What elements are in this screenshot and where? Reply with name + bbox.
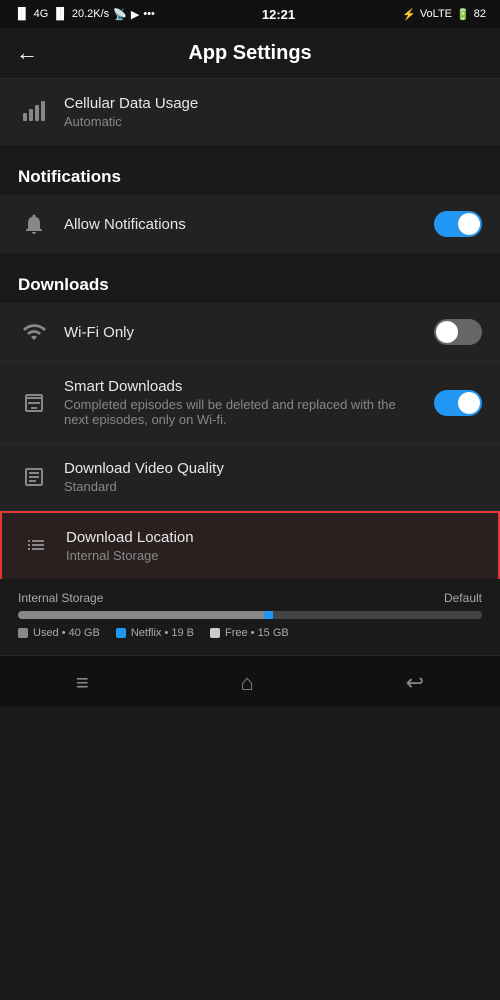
video-quality-item[interactable]: Download Video Quality Standard <box>0 444 500 511</box>
toggle-knob-smart <box>458 392 480 414</box>
video-quality-icon <box>18 465 50 489</box>
cellular-icon <box>18 100 50 124</box>
wifi-only-text: Wi-Fi Only <box>64 324 420 341</box>
download-location-text: Download Location Internal Storage <box>66 529 480 563</box>
legend-used-label: Used • 40 GB <box>33 627 100 639</box>
cellular-label: Cellular Data Usage <box>64 95 482 112</box>
storage-left-label: Internal Storage <box>18 591 103 605</box>
toggle-knob <box>458 213 480 235</box>
storage-bar <box>18 611 482 619</box>
menu-button[interactable]: ≡ <box>76 670 89 696</box>
legend-dot-netflix <box>116 628 126 638</box>
legend-netflix: Netflix • 19 B <box>116 627 194 639</box>
downloads-header-text: Downloads <box>18 275 109 294</box>
storage-section: Internal Storage Default Used • 40 GB Ne… <box>0 581 500 655</box>
smart-downloads-sublabel: Completed episodes will be deleted and r… <box>64 397 420 427</box>
wifi-only-label: Wi-Fi Only <box>64 324 420 341</box>
media-icon: ▶ <box>131 8 139 21</box>
bottom-nav: ≡ ⌂ ↩ <box>0 655 500 706</box>
video-quality-text: Download Video Quality Standard <box>64 460 482 494</box>
wifi-icon <box>18 320 50 344</box>
allow-notifications-text: Allow Notifications <box>64 216 420 233</box>
downloads-section: Wi-Fi Only Smart Downloads Completed epi… <box>0 303 500 579</box>
smart-downloads-text: Smart Downloads Completed episodes will … <box>64 378 420 427</box>
smart-downloads-label: Smart Downloads <box>64 378 420 395</box>
storage-legend: Used • 40 GB Netflix • 19 B Free • 15 GB <box>18 627 482 639</box>
download-location-label: Download Location <box>66 529 480 546</box>
bell-icon <box>18 212 50 236</box>
allow-notifications-toggle[interactable] <box>434 211 482 237</box>
allow-notifications-item[interactable]: Allow Notifications <box>0 195 500 253</box>
cast-icon: 📡 <box>113 8 127 21</box>
notifications-header: Notifications <box>0 147 500 195</box>
download-location-sublabel: Internal Storage <box>66 548 480 563</box>
status-bar: ▐▌ 4G ▐▌ 20.2K/s 📡 ▶ ••• 12:21 ⚡ VoLTE 🔋… <box>0 0 500 28</box>
legend-dot-free <box>210 628 220 638</box>
downloads-header: Downloads <box>0 255 500 303</box>
speed-indicator: 20.2K/s <box>72 8 109 20</box>
storage-bar-used <box>18 611 264 619</box>
download-location-icon <box>20 534 52 558</box>
legend-dot-used <box>18 628 28 638</box>
legend-used: Used • 40 GB <box>18 627 100 639</box>
battery-icon: 🔋 <box>456 8 470 21</box>
status-right: ⚡ VoLTE 🔋 82 <box>402 8 486 21</box>
back-button[interactable]: ← <box>16 40 38 66</box>
status-time: 12:21 <box>262 7 295 22</box>
legend-free: Free • 15 GB <box>210 627 289 639</box>
legend-free-label: Free • 15 GB <box>225 627 289 639</box>
storage-labels: Internal Storage Default <box>18 591 482 605</box>
cellular-section: Cellular Data Usage Automatic <box>0 79 500 145</box>
signal-icon: ▐▌ <box>14 8 30 20</box>
more-icon: ••• <box>143 8 155 20</box>
volte-icon: VoLTE <box>420 8 452 20</box>
battery-level: 82 <box>474 8 486 20</box>
status-left: ▐▌ 4G ▐▌ 20.2K/s 📡 ▶ ••• <box>14 8 155 21</box>
back-nav-button[interactable]: ↩ <box>406 670 424 696</box>
allow-notifications-label: Allow Notifications <box>64 216 420 233</box>
smart-downloads-toggle[interactable] <box>434 390 482 416</box>
bluetooth-icon: ⚡ <box>402 8 416 21</box>
wifi-only-item[interactable]: Wi-Fi Only <box>0 303 500 362</box>
download-location-item[interactable]: Download Location Internal Storage <box>0 511 500 579</box>
notifications-header-text: Notifications <box>18 167 121 186</box>
cellular-sublabel: Automatic <box>64 114 482 129</box>
network-type: 4G <box>34 8 49 20</box>
wifi-only-toggle[interactable] <box>434 319 482 345</box>
video-quality-sublabel: Standard <box>64 479 482 494</box>
cellular-text: Cellular Data Usage Automatic <box>64 95 482 129</box>
notifications-section: Allow Notifications <box>0 195 500 253</box>
storage-bar-netflix <box>264 611 273 619</box>
toggle-knob-wifi <box>436 321 458 343</box>
top-bar: ← App Settings <box>0 28 500 79</box>
smart-downloads-icon <box>18 391 50 415</box>
signal-icon-2: ▐▌ <box>52 8 68 20</box>
cellular-item[interactable]: Cellular Data Usage Automatic <box>0 79 500 145</box>
home-button[interactable]: ⌂ <box>241 670 254 696</box>
storage-right-label: Default <box>444 591 482 605</box>
legend-netflix-label: Netflix • 19 B <box>131 627 194 639</box>
page-title: App Settings <box>50 42 450 65</box>
smart-downloads-item[interactable]: Smart Downloads Completed episodes will … <box>0 362 500 444</box>
video-quality-label: Download Video Quality <box>64 460 482 477</box>
